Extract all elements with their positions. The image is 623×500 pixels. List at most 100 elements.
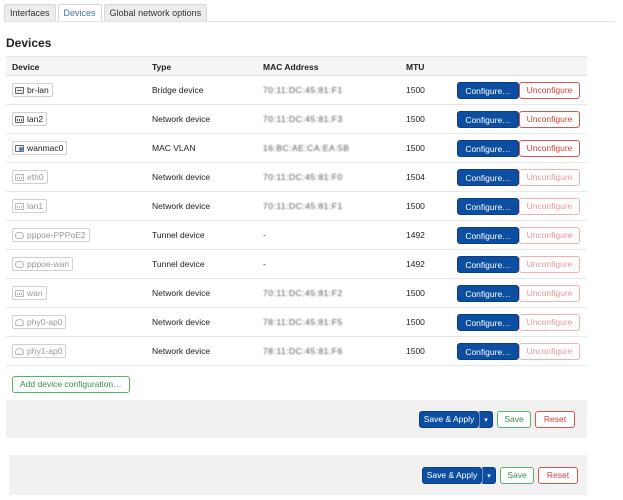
device-badge: br-lan: [12, 83, 53, 97]
save-apply-button[interactable]: Save & Apply: [419, 411, 479, 428]
table-row: phy0-ap0 Network device 78:11:DC:45:81:F5 1…: [6, 308, 587, 337]
unconfigure-button[interactable]: Unconfigure: [519, 314, 580, 331]
device-badge: wanmac0: [12, 141, 68, 155]
mac-address: 70:11:DC:45:81:F3: [263, 114, 343, 124]
configure-button[interactable]: Configure…: [457, 285, 519, 302]
unconfigure-button[interactable]: Unconfigure: [519, 198, 580, 215]
mac-address: 70:11:DC:45:81:F2: [263, 288, 343, 298]
device-cell: eth0: [12, 170, 48, 184]
configure-button[interactable]: Configure…: [457, 314, 519, 331]
configure-button[interactable]: Configure…: [457, 169, 519, 186]
device-type: Network device: [152, 288, 211, 298]
device-type: Network device: [152, 317, 211, 327]
ethernet-icon: [15, 173, 24, 181]
tab-divider: [4, 21, 615, 22]
unconfigure-button[interactable]: Unconfigure: [519, 169, 580, 186]
device-cell: br-lan: [12, 83, 53, 97]
device-type: Tunnel device: [152, 230, 205, 240]
device-name: wan: [27, 288, 43, 298]
unconfigure-button[interactable]: Unconfigure: [519, 227, 580, 244]
device-type: Network device: [152, 172, 211, 182]
device-badge: phy1-ap0: [12, 344, 67, 358]
devices-table: Device Type MAC Address MTU br-lan Bridge…: [6, 56, 587, 366]
mac-address: 70:11:DC:45:81:F1: [263, 85, 343, 95]
ethernet-icon: [15, 115, 24, 123]
wifi-icon: [15, 347, 24, 355]
mtu-value: 1492: [406, 230, 425, 240]
reset-button[interactable]: Reset: [535, 411, 575, 428]
device-name: phy0-ap0: [27, 317, 63, 327]
mtu-value: 1500: [406, 317, 425, 327]
device-type: Tunnel device: [152, 259, 205, 269]
device-badge: lan1: [12, 199, 48, 213]
column-header-mac: MAC Address: [263, 62, 319, 72]
unconfigure-button[interactable]: Unconfigure: [519, 285, 580, 302]
device-name: wanmac0: [27, 143, 64, 153]
device-badge: eth0: [12, 170, 48, 184]
mtu-value: 1500: [406, 114, 425, 124]
configure-button[interactable]: Configure…: [457, 227, 519, 244]
column-header-mtu: MTU: [406, 62, 425, 72]
configure-button[interactable]: Configure…: [457, 256, 519, 273]
section-footer: Save & Apply Save Reset: [6, 400, 587, 438]
configure-button[interactable]: Configure…: [457, 140, 519, 157]
mtu-value: 1500: [406, 201, 425, 211]
device-cell: lan2: [12, 112, 48, 126]
save-apply-dropdown-icon[interactable]: [479, 411, 493, 428]
table-row: pppoe-wan Tunnel device - 1492 Configure… Unc…: [6, 250, 587, 279]
device-cell: phy0-ap0: [12, 315, 67, 329]
table-row: eth0 Network device 70:11:DC:45:81:F0 1504 C…: [6, 163, 587, 192]
page-save-apply-dropdown-icon[interactable]: [482, 467, 496, 484]
device-name: pppoe-wan: [27, 259, 70, 269]
device-cell: phy1-ap0: [12, 344, 67, 358]
table-row: phy1-ap0 Network device 78:11:DC:45:81:F6 1…: [6, 337, 587, 366]
table-row: pppoe-PPPoE2 Tunnel device - 1492 Configure……: [6, 221, 587, 250]
mac-address: 16:BC:AE:CA:EA:5B: [263, 143, 350, 153]
configure-button[interactable]: Configure…: [457, 198, 519, 215]
wifi-icon: [15, 318, 24, 326]
device-type: Network device: [152, 114, 211, 124]
device-badge: pppoe-wan: [12, 257, 74, 271]
table-row: br-lan Bridge device 70:11:DC:45:81:F1 1500…: [6, 76, 587, 105]
device-cell: pppoe-wan: [12, 257, 74, 271]
configure-button[interactable]: Configure…: [457, 82, 519, 99]
add-device-configuration-button[interactable]: Add device configuration…: [12, 376, 130, 393]
tab-interfaces[interactable]: Interfaces: [4, 4, 56, 22]
tab-devices[interactable]: Devices: [57, 4, 102, 22]
mtu-value: 1500: [406, 346, 425, 356]
device-type: Network device: [152, 201, 211, 211]
configure-button[interactable]: Configure…: [457, 343, 519, 360]
page-reset-button[interactable]: Reset: [538, 467, 578, 484]
unconfigure-button[interactable]: Unconfigure: [519, 140, 580, 157]
page-save-button[interactable]: Save: [500, 467, 534, 484]
unconfigure-button[interactable]: Unconfigure: [519, 343, 580, 360]
unconfigure-button[interactable]: Unconfigure: [519, 111, 580, 128]
macvlan-icon: [15, 144, 24, 152]
unconfigure-button[interactable]: Unconfigure: [519, 256, 580, 273]
device-cell: pppoe-PPPoE2: [12, 228, 90, 242]
device-cell: lan1: [12, 199, 48, 213]
mac-address: 70:11:DC:45:81:F1: [263, 201, 343, 211]
tunnel-icon: [15, 231, 24, 239]
device-badge: lan2: [12, 112, 48, 126]
page-title: Devices: [6, 36, 52, 50]
unconfigure-button[interactable]: Unconfigure: [519, 82, 580, 99]
mtu-value: 1492: [406, 259, 425, 269]
save-button[interactable]: Save: [497, 411, 531, 428]
mac-address: -: [263, 259, 266, 269]
device-badge: pppoe-PPPoE2: [12, 228, 90, 242]
device-type: Network device: [152, 346, 211, 356]
device-name: lan1: [27, 201, 44, 211]
page-save-apply-button[interactable]: Save & Apply: [422, 467, 482, 484]
device-type: Bridge device: [152, 85, 204, 95]
tunnel-icon: [15, 260, 24, 268]
mac-address: 78:11:DC:45:81:F6: [263, 346, 343, 356]
configure-button[interactable]: Configure…: [457, 111, 519, 128]
device-cell: wan: [12, 286, 47, 300]
tab-global-network-options[interactable]: Global network options: [103, 4, 208, 22]
device-name: lan2: [27, 114, 44, 124]
mtu-value: 1500: [406, 288, 425, 298]
column-header-type: Type: [152, 62, 172, 72]
device-name: pppoe-PPPoE2: [27, 230, 86, 240]
table-row: lan1 Network device 70:11:DC:45:81:F1 1500 C…: [6, 192, 587, 221]
